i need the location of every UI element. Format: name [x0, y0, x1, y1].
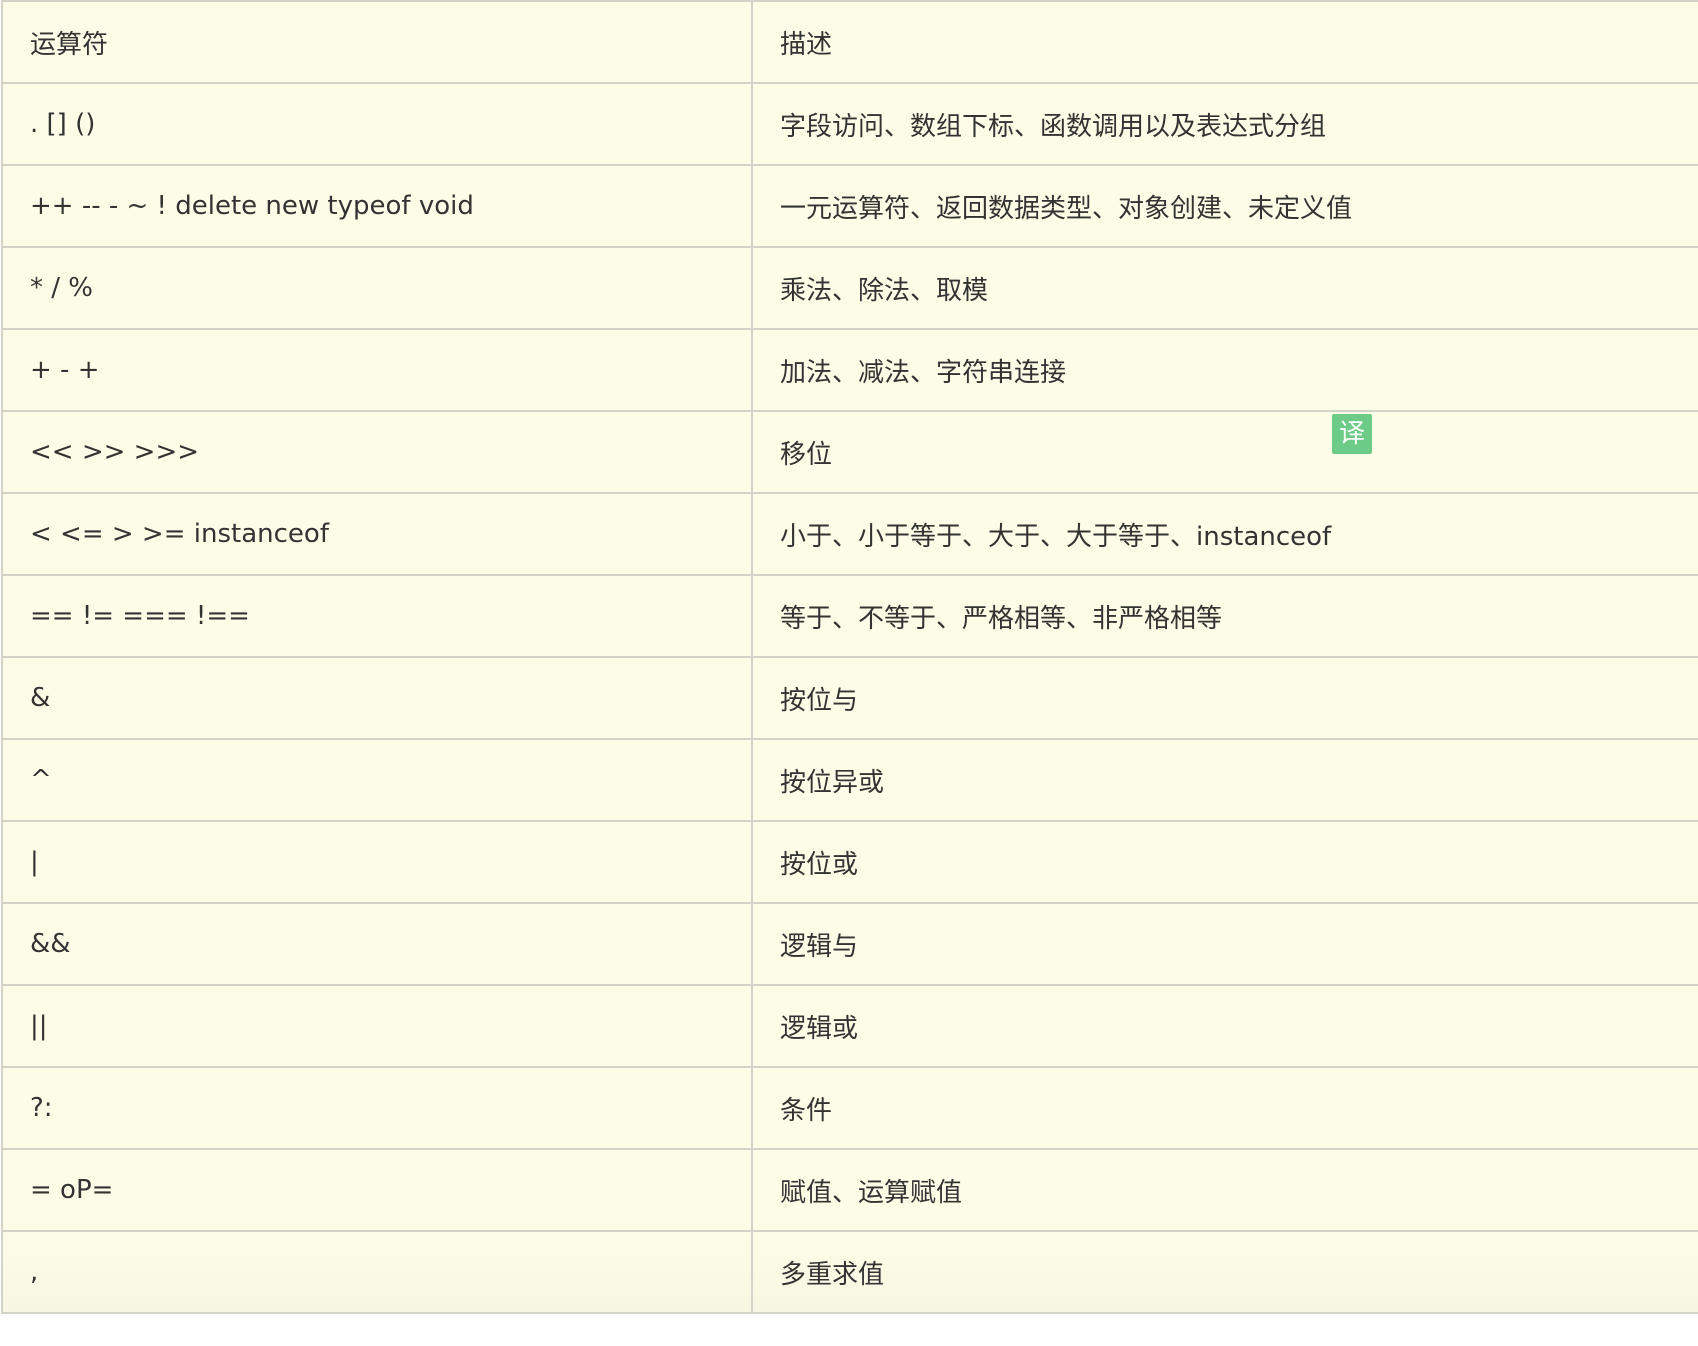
operator-cell: &&	[1, 902, 753, 986]
page: 运算符 描述 . [] () 字段访问、数组下标、函数调用以及表达式分组 ++ --…	[0, 0, 1698, 1346]
operator-table-body: 运算符 描述 . [] () 字段访问、数组下标、函数调用以及表达式分组 ++ --…	[1, 0, 1698, 1314]
table-row: = oP= 赋值、运算赋值	[1, 1148, 1698, 1232]
description-cell: 条件	[751, 1066, 1698, 1150]
operator-cell: ^	[1, 738, 753, 822]
description-cell: 逻辑与	[751, 902, 1698, 986]
operator-cell: = oP=	[1, 1148, 753, 1232]
operator-cell: << >> >>>	[1, 410, 753, 494]
operator-table: 运算符 描述 . [] () 字段访问、数组下标、函数调用以及表达式分组 ++ --…	[1, 0, 1698, 1314]
operator-cell: . [] ()	[1, 82, 753, 166]
description-cell: 乘法、除法、取模	[751, 246, 1698, 330]
description-cell: 小于、小于等于、大于、大于等于、instanceof	[751, 492, 1698, 576]
table-row: ^ 按位异或	[1, 738, 1698, 822]
description-cell: 一元运算符、返回数据类型、对象创建、未定义值	[751, 164, 1698, 248]
description-cell: 逻辑或	[751, 984, 1698, 1068]
operator-cell: + - +	[1, 328, 753, 412]
table-row: | 按位或	[1, 820, 1698, 904]
header-operator: 运算符	[1, 0, 753, 84]
operator-cell: ,	[1, 1230, 753, 1314]
operator-cell: * / %	[1, 246, 753, 330]
table-row: << >> >>> 移位	[1, 410, 1698, 494]
description-cell: 赋值、运算赋值	[751, 1148, 1698, 1232]
operator-cell: |	[1, 820, 753, 904]
description-cell: 按位或	[751, 820, 1698, 904]
description-cell: 字段访问、数组下标、函数调用以及表达式分组	[751, 82, 1698, 166]
description-cell: 加法、减法、字符串连接	[751, 328, 1698, 412]
table-row: , 多重求值	[1, 1230, 1698, 1314]
description-cell: 等于、不等于、严格相等、非严格相等	[751, 574, 1698, 658]
operator-cell: ++ -- - ~ ! delete new typeof void	[1, 164, 753, 248]
table-row: == != === !== 等于、不等于、严格相等、非严格相等	[1, 574, 1698, 658]
description-cell: 按位与	[751, 656, 1698, 740]
table-header-row: 运算符 描述	[1, 0, 1698, 84]
table-row: . [] () 字段访问、数组下标、函数调用以及表达式分组	[1, 82, 1698, 166]
header-description: 描述	[751, 0, 1698, 84]
table-row: && 逻辑与	[1, 902, 1698, 986]
description-cell: 移位	[751, 410, 1698, 494]
table-row: & 按位与	[1, 656, 1698, 740]
description-cell: 多重求值	[751, 1230, 1698, 1314]
table-row: ++ -- - ~ ! delete new typeof void 一元运算符、…	[1, 164, 1698, 248]
table-row: ?: 条件	[1, 1066, 1698, 1150]
operator-cell: < <= > >= instanceof	[1, 492, 753, 576]
table-row: || 逻辑或	[1, 984, 1698, 1068]
operator-cell: &	[1, 656, 753, 740]
table-row: + - + 加法、减法、字符串连接	[1, 328, 1698, 412]
operator-cell: ?:	[1, 1066, 753, 1150]
operator-cell: == != === !==	[1, 574, 753, 658]
table-row: < <= > >= instanceof 小于、小于等于、大于、大于等于、inst…	[1, 492, 1698, 576]
translate-badge[interactable]: 译	[1332, 414, 1372, 454]
description-cell: 按位异或	[751, 738, 1698, 822]
table-row: * / % 乘法、除法、取模	[1, 246, 1698, 330]
operator-cell: ||	[1, 984, 753, 1068]
